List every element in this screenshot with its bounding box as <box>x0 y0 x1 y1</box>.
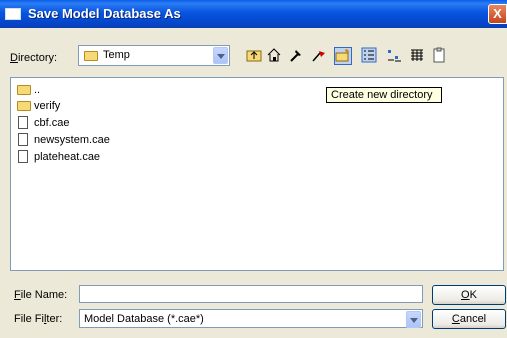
thumbnail-view-icon[interactable] <box>408 47 426 65</box>
directory-label: Directory: <box>10 52 58 64</box>
folder-icon <box>84 51 98 61</box>
directory-select[interactable]: Temp <box>78 45 230 66</box>
file-icon <box>18 116 28 129</box>
file-icon <box>18 133 28 146</box>
window-icon <box>5 8 21 20</box>
home-icon[interactable] <box>265 47 283 65</box>
clipboard-icon[interactable] <box>430 47 448 65</box>
folder-icon <box>17 85 31 95</box>
file-name-label: File Name: <box>14 289 68 301</box>
list-view-icon[interactable] <box>385 47 403 65</box>
tooltip: Create new directory <box>326 87 442 103</box>
folder-icon <box>17 101 31 111</box>
title-bar: Save Model Database As X <box>0 0 507 28</box>
file-filter-select[interactable]: Model Database (*.cae*) <box>79 309 423 328</box>
file-name-input[interactable] <box>79 285 423 303</box>
ok-button[interactable]: OK <box>432 285 506 305</box>
file-icon <box>18 150 28 163</box>
chevron-down-icon[interactable] <box>406 311 421 328</box>
directory-value: Temp <box>103 49 130 61</box>
file-filter-value: Model Database (*.cae*) <box>84 313 204 325</box>
arrow-tool-icon[interactable] <box>310 47 328 65</box>
up-folder-icon[interactable] <box>245 47 263 65</box>
new-folder-icon[interactable] <box>334 47 352 65</box>
file-filter-label: File Filter: <box>14 313 63 325</box>
file-list[interactable]: .. verify cbf.cae newsystem.cae platehea… <box>10 77 504 271</box>
chevron-down-icon[interactable] <box>213 47 228 64</box>
details-view-icon[interactable] <box>360 47 378 65</box>
close-button[interactable]: X <box>488 4 507 24</box>
hammer-icon[interactable] <box>287 47 305 65</box>
window-title: Save Model Database As <box>28 6 181 21</box>
cancel-button[interactable]: Cancel <box>432 309 506 329</box>
